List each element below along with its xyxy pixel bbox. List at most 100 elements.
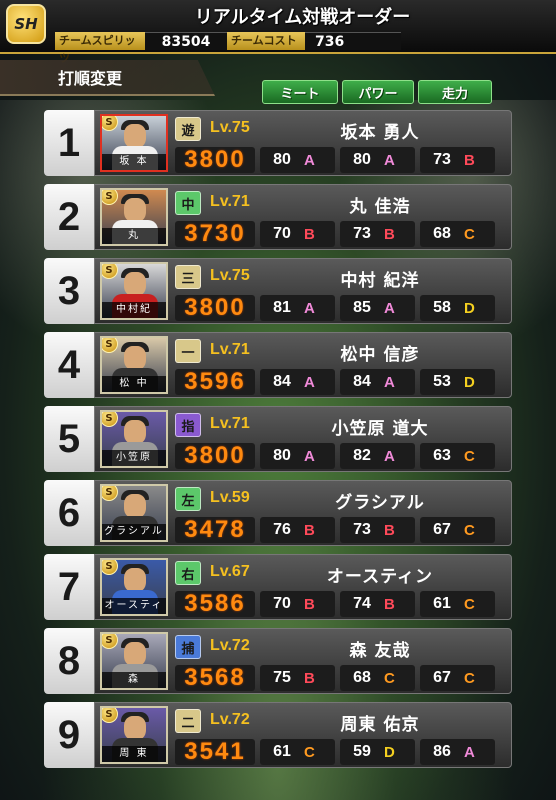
lineup-row[interactable]: 1 S 坂 本 遊 Lv.75 坂本 勇人 3800 80 A 80 A 73 [44,110,512,176]
portrait-name-tag: 中村紀 [102,302,166,318]
power-stat: 73 B [340,221,415,247]
portrait-name-tag: 丸 [102,228,166,244]
lineup-row[interactable]: 2 S 丸 中 Lv.71 丸 佳浩 3730 70 B 73 B 68 C [44,184,512,250]
player-level: Lv.71 [210,341,250,358]
meet-stat: 70 B [260,221,335,247]
batting-order-number: 9 [44,702,94,768]
rank-medal-icon: S [102,486,118,501]
player-portrait[interactable]: S 中村紀 [100,262,168,320]
batting-order-number: 1 [44,110,94,176]
player-card[interactable]: S 森 捕 Lv.72 森 友哉 3568 75 B 68 C 67 C [94,628,512,694]
page-title: リアルタイム対戦オーダー [194,7,411,28]
lineup-row[interactable]: 5 S 小笠原 指 Lv.71 小笠原 道大 3800 80 A 82 A 63… [44,406,512,472]
player-level: Lv.72 [210,711,250,728]
speed-stat: 67 C [420,517,495,543]
player-portrait[interactable]: S 周 東 [100,706,168,764]
meet-stat: 84 A [260,369,335,395]
batting-order-number: 7 [44,554,94,620]
player-card[interactable]: S 坂 本 遊 Lv.75 坂本 勇人 3800 80 A 80 A 73 B [94,110,512,176]
rank-medal-icon: S [102,708,118,723]
speed-grade: D [464,373,475,391]
team-spirit-value: 83504 [145,32,227,50]
player-portrait[interactable]: S 坂 本 [100,114,168,172]
power-value: 74 [353,595,371,612]
power-stat: 84 A [340,369,415,395]
sort-speed-button[interactable]: 走力 [418,80,492,104]
player-name: オースティン [326,567,434,587]
player-portrait[interactable]: S 小笠原 [100,410,168,468]
lineup-row[interactable]: 6 S グラシアル 左 Lv.59 グラシアル 3478 76 B 73 B 6… [44,480,512,546]
speed-stat: 58 D [420,295,495,321]
rank-medal-icon: S [102,560,118,575]
speed-grade: C [464,447,475,465]
face-shape [124,124,146,148]
portrait-name-tag: グラシアル [102,524,166,540]
player-portrait[interactable]: S 松 中 [100,336,168,394]
meet-grade: C [304,743,315,761]
power-stat: 59 D [340,739,415,765]
lineup-row[interactable]: 8 S 森 捕 Lv.72 森 友哉 3568 75 B 68 C 67 C [44,628,512,694]
sort-power-button[interactable]: パワー [342,80,414,104]
player-portrait[interactable]: S 丸 [100,188,168,246]
player-portrait[interactable]: S グラシアル [100,484,168,542]
sort-meet-button[interactable]: ミート [262,80,338,104]
player-card[interactable]: S グラシアル 左 Lv.59 グラシアル 3478 76 B 73 B 67 … [94,480,512,546]
speed-value: 58 [433,299,451,316]
power-grade: B [384,225,395,243]
meet-value: 80 [273,151,291,168]
power-value: 59 [353,743,371,760]
batting-order-number: 8 [44,628,94,694]
team-stats: チームスピリッツ 83504 チームコスト 736 [55,31,550,65]
overall-rating: 3478 [175,516,255,543]
speed-stat: 53 D [420,369,495,395]
meet-value: 84 [273,373,291,390]
batting-order-number: 2 [44,184,94,250]
face-shape [124,494,146,518]
power-stat: 68 C [340,665,415,691]
speed-grade: A [464,743,475,761]
speed-grade: D [464,299,475,317]
portrait-name-tag: 森 [102,672,166,688]
portrait-name-tag: オースティン [102,598,166,614]
player-card[interactable]: S 小笠原 指 Lv.71 小笠原 道大 3800 80 A 82 A 63 C [94,406,512,472]
meet-stat: 80 A [260,443,335,469]
rank-medal-icon: S [102,116,118,131]
player-level: Lv.71 [210,415,250,432]
power-value: 82 [353,447,371,464]
player-card[interactable]: S オースティン 右 Lv.67 オースティン 3586 70 B 74 B 6… [94,554,512,620]
team-spirit-label: チームスピリッツ [55,32,145,65]
lineup-row[interactable]: 3 S 中村紀 三 Lv.75 中村 紀洋 3800 81 A 85 A 58 [44,258,512,324]
team-logo[interactable]: SH [6,4,46,44]
power-stat: 73 B [340,517,415,543]
section-title: 打順変更 [0,60,215,96]
meet-grade: B [304,669,315,687]
player-portrait[interactable]: S 森 [100,632,168,690]
player-card[interactable]: S 松 中 一 Lv.71 松中 信彦 3596 84 A 84 A 53 D [94,332,512,398]
overall-rating: 3541 [175,738,255,765]
player-card[interactable]: S 周 東 二 Lv.72 周東 佑京 3541 61 C 59 D 86 A [94,702,512,768]
power-grade: B [384,595,395,613]
face-shape [124,716,146,740]
overall-rating: 3568 [175,664,255,691]
lineup-row[interactable]: 7 S オースティン 右 Lv.67 オースティン 3586 70 B 74 B [44,554,512,620]
batting-order-number: 3 [44,258,94,324]
player-level: Lv.72 [210,637,250,654]
meet-value: 81 [273,299,291,316]
lineup-row[interactable]: 9 S 周 東 二 Lv.72 周東 佑京 3541 61 C 59 D 86 [44,702,512,768]
player-portrait[interactable]: S オースティン [100,558,168,616]
speed-stat: 73 B [420,147,495,173]
face-shape [124,346,146,370]
meet-stat: 76 B [260,517,335,543]
meet-grade: A [304,373,315,391]
player-card[interactable]: S 中村紀 三 Lv.75 中村 紀洋 3800 81 A 85 A 58 D [94,258,512,324]
meet-value: 76 [273,521,291,538]
meet-grade: A [304,299,315,317]
speed-stat: 61 C [420,591,495,617]
speed-grade: B [464,151,475,169]
player-name: 周東 佑京 [340,715,420,735]
meet-value: 80 [273,447,291,464]
position-badge: 中 [175,191,201,215]
lineup-row[interactable]: 4 S 松 中 一 Lv.71 松中 信彦 3596 84 A 84 A 53 [44,332,512,398]
player-card[interactable]: S 丸 中 Lv.71 丸 佳浩 3730 70 B 73 B 68 C [94,184,512,250]
meet-stat: 75 B [260,665,335,691]
